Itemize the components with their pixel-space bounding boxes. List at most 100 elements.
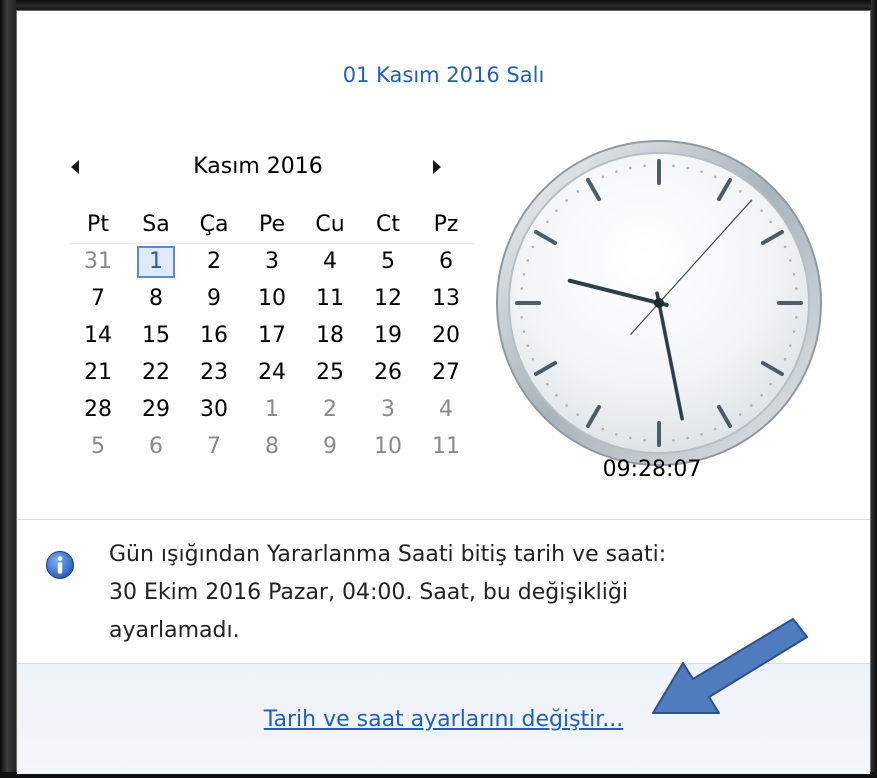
- calendar-day[interactable]: 15: [127, 317, 185, 354]
- minute-dot: [531, 245, 535, 249]
- calendar-day[interactable]: 5: [359, 243, 417, 280]
- calendar-day[interactable]: 30: [185, 391, 243, 428]
- minute-dot: [576, 190, 580, 193]
- minute-dot: [788, 344, 792, 347]
- minute-dot: [783, 245, 787, 249]
- calendar-day[interactable]: 7: [185, 428, 243, 465]
- calendar-day[interactable]: 21: [69, 354, 127, 391]
- calendar-day[interactable]: 20: [417, 317, 475, 354]
- weekday-header: Pe: [258, 212, 286, 237]
- calendar-day[interactable]: 24: [243, 354, 301, 391]
- calendar-day[interactable]: 5: [69, 428, 127, 465]
- window-frame-right: [871, 0, 877, 778]
- current-date-link[interactable]: 01 Kasım 2016 Salı: [17, 63, 870, 87]
- minute-dot: [750, 404, 753, 407]
- calendar-day[interactable]: 1: [243, 391, 301, 428]
- calendar-day[interactable]: 9: [301, 428, 359, 465]
- minute-dot: [565, 404, 568, 407]
- calendar-day[interactable]: 26: [359, 354, 417, 391]
- minute-dot: [760, 209, 763, 212]
- calendar-grid: Pt Sa Ça Pe Cu Ct Pz 31 1 2 3 4 5 6 7 8 9 10 11 12 13 14 15 16 1…: [69, 206, 475, 465]
- minute-dot: [769, 220, 772, 224]
- minute-dot: [546, 220, 549, 224]
- calendar-day[interactable]: 25: [301, 354, 359, 391]
- calendar-navigation: Kasım 2016: [63, 152, 453, 188]
- info-icon: [46, 551, 74, 579]
- calendar-day[interactable]: 2: [185, 243, 243, 280]
- minute-dot: [760, 394, 763, 397]
- minute-dot: [526, 259, 530, 262]
- minute-dot: [794, 316, 798, 319]
- calendar-day[interactable]: 8: [127, 280, 185, 317]
- calendar-day[interactable]: 29: [127, 391, 185, 428]
- info-line-2: 30 Ekim 2016 Pazar, 04:00. Saat, bu deği…: [109, 580, 628, 605]
- calendar-day[interactable]: 10: [359, 428, 417, 465]
- calendar-day-today[interactable]: 1: [127, 243, 185, 280]
- weekday-header: Ça: [199, 212, 229, 237]
- calendar-day[interactable]: 7: [69, 280, 127, 317]
- minute-dot: [783, 357, 787, 361]
- weekday-header: Ct: [376, 212, 400, 237]
- calendar-day[interactable]: 13: [417, 280, 475, 317]
- triangle-right-icon[interactable]: [433, 160, 441, 174]
- weekday-header: Pt: [87, 212, 109, 237]
- calendar-day[interactable]: 2: [301, 391, 359, 428]
- calendar-day[interactable]: 16: [185, 317, 243, 354]
- calendar-day[interactable]: 17: [243, 317, 301, 354]
- month-title[interactable]: Kasım 2016: [63, 154, 453, 179]
- calendar-day[interactable]: 31: [69, 243, 127, 280]
- calendar-day[interactable]: 3: [243, 243, 301, 280]
- digital-time: 09:28:07: [602, 457, 702, 482]
- section-divider: [17, 519, 870, 520]
- minute-dot: [565, 199, 568, 202]
- calendar-day[interactable]: 28: [69, 391, 127, 428]
- analog-clock: [496, 140, 822, 466]
- minute-dot: [643, 164, 646, 168]
- minute-dot: [555, 209, 558, 212]
- minute-dot: [629, 166, 632, 170]
- minute-dot: [643, 438, 646, 442]
- minute-dot: [713, 427, 717, 431]
- calendar-day[interactable]: 11: [417, 428, 475, 465]
- minute-dot: [769, 382, 772, 386]
- minute-dot: [520, 287, 524, 290]
- minute-dot: [546, 382, 549, 386]
- minute-dot: [672, 438, 675, 442]
- minute-dot: [526, 344, 530, 347]
- weekday-header: Sa: [142, 212, 170, 237]
- calendar-day[interactable]: 23: [185, 354, 243, 391]
- minute-dot: [713, 175, 717, 179]
- minute-dot: [794, 287, 798, 290]
- minute-dot: [700, 432, 703, 436]
- calendar-day[interactable]: 27: [417, 354, 475, 391]
- calendar-day[interactable]: 11: [301, 280, 359, 317]
- calendar-day[interactable]: 4: [417, 391, 475, 428]
- annotation-arrow-icon: [652, 618, 808, 714]
- calendar-day[interactable]: 6: [417, 243, 475, 280]
- calendar-day[interactable]: 10: [243, 280, 301, 317]
- minute-dot: [686, 166, 689, 170]
- calendar-day[interactable]: 18: [301, 317, 359, 354]
- calendar-day[interactable]: 12: [359, 280, 417, 317]
- minute-dot: [792, 273, 796, 276]
- calendar-day[interactable]: 3: [359, 391, 417, 428]
- calendar-day[interactable]: 22: [127, 354, 185, 391]
- window-frame-left: [0, 0, 16, 778]
- calendar-day[interactable]: 6: [127, 428, 185, 465]
- date-time-flyout: 01 Kasım 2016 Salı Kasım 2016 Pt Sa Ça Pe Cu…: [16, 10, 871, 774]
- minute-dot: [686, 436, 689, 440]
- minute-dot: [615, 170, 618, 174]
- minute-dot: [788, 259, 792, 262]
- minute-dot: [522, 273, 526, 276]
- calendar-day[interactable]: 4: [301, 243, 359, 280]
- minute-dot: [601, 427, 605, 431]
- calendar-day[interactable]: 14: [69, 317, 127, 354]
- calendar-day[interactable]: 19: [359, 317, 417, 354]
- minute-dot: [522, 330, 526, 333]
- window-frame-top: [0, 0, 877, 10]
- minute-dot: [576, 413, 580, 416]
- calendar-day[interactable]: 8: [243, 428, 301, 465]
- weekday-header: Pz: [433, 212, 459, 237]
- info-line-1: Gün ışığından Yararlanma Saati bitiş tar…: [109, 542, 667, 567]
- calendar-day[interactable]: 9: [185, 280, 243, 317]
